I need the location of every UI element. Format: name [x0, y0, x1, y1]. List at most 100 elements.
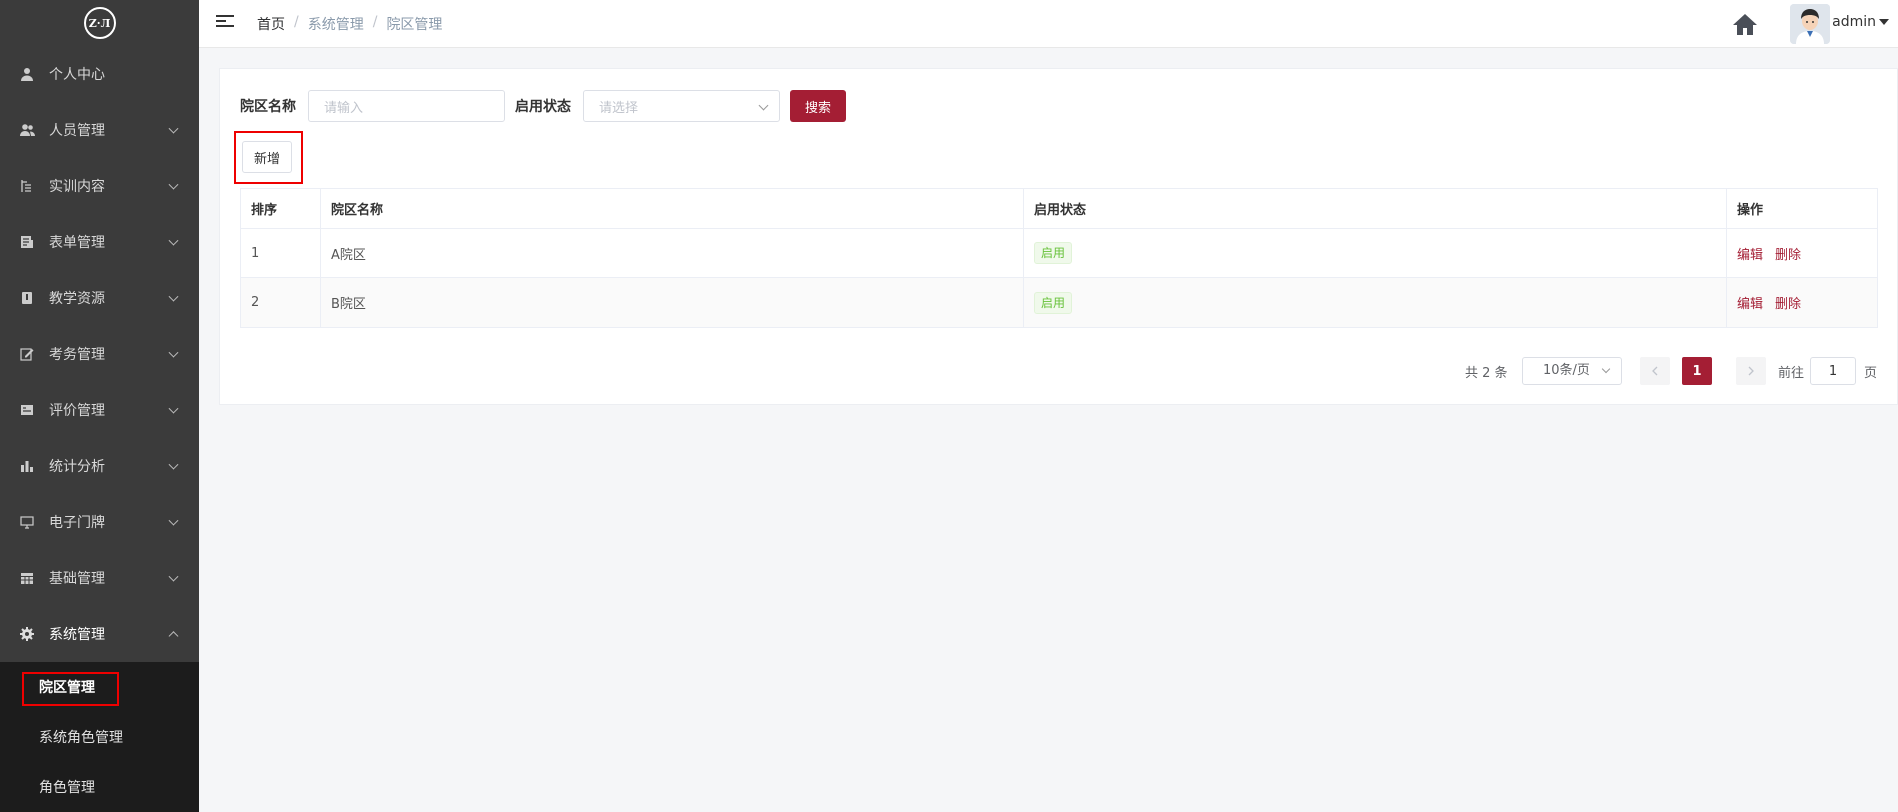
- list-icon: [19, 178, 35, 194]
- chevron-down-icon: [168, 347, 179, 358]
- sidebar-item-evaluation[interactable]: 评价管理: [0, 382, 199, 438]
- page-size-value: 10条/页: [1543, 363, 1590, 378]
- gear-icon: [19, 626, 35, 642]
- sidebar-subitem-campus-management[interactable]: 院区管理: [0, 662, 199, 712]
- goto-page-input[interactable]: 1: [1810, 357, 1856, 385]
- campus-table: 排序 院区名称 启用状态 操作 1 A院区 启用 编辑 删除 2 B院区 启用 …: [240, 188, 1878, 328]
- sidebar-item-basic-management[interactable]: 基础管理: [0, 550, 199, 606]
- sidebar-item-statistics[interactable]: 统计分析: [0, 438, 199, 494]
- highlight-box: [22, 672, 119, 706]
- chevron-down-icon: [168, 571, 179, 582]
- caret-down-icon[interactable]: [1879, 19, 1889, 25]
- page-suffix: 页: [1864, 366, 1878, 381]
- sidebar-item-label: 教学资源: [49, 291, 105, 307]
- sidebar-item-label: 评价管理: [49, 403, 105, 419]
- chevron-down-icon: [758, 100, 769, 111]
- column-header-actions: 操作: [1737, 203, 1764, 218]
- cell-status: 启用: [1024, 229, 1727, 277]
- sidebar-item-label: 统计分析: [49, 459, 105, 475]
- breadcrumb-campus-management: 院区管理: [386, 17, 443, 33]
- delete-link[interactable]: 删除: [1775, 244, 1801, 263]
- sidebar-item-form-management[interactable]: 表单管理: [0, 214, 199, 270]
- sidebar-subitem-role-management[interactable]: 角色管理: [0, 762, 199, 812]
- chevron-down-icon: [168, 459, 179, 470]
- sidebar-item-personal-center[interactable]: 个人中心: [0, 46, 199, 102]
- topbar: 首页 / 系统管理 / 院区管理 admin: [199, 0, 1898, 48]
- edit-link[interactable]: 编辑: [1737, 244, 1763, 263]
- status-badge: 启用: [1034, 242, 1073, 264]
- sidebar-item-system-management[interactable]: 系统管理: [0, 606, 199, 662]
- sidebar-item-label: 考务管理: [49, 347, 105, 363]
- campus-name-label: 院区名称: [240, 99, 296, 115]
- pagination: 共 2 条 10条/页 1 前往 1 页: [220, 357, 1897, 385]
- prev-page-button[interactable]: [1640, 357, 1670, 385]
- column-header-order: 排序: [241, 189, 321, 228]
- chevron-up-icon: [168, 631, 179, 642]
- breadcrumb-system-management: 系统管理: [307, 17, 364, 33]
- form-icon: [19, 234, 35, 250]
- sidebar-item-label: 个人中心: [49, 67, 105, 83]
- chevron-down-icon: [1601, 364, 1611, 374]
- chevron-down-icon: [168, 515, 179, 526]
- chevron-right-icon: [1748, 366, 1754, 376]
- rating-icon: [19, 402, 35, 418]
- chevron-down-icon: [168, 403, 179, 414]
- edit-icon: [19, 346, 35, 362]
- cell-actions: 编辑 删除: [1727, 278, 1877, 327]
- sidebar-item-e-doorplate[interactable]: 电子门牌: [0, 494, 199, 550]
- pagination-total: 共 2 条: [1465, 366, 1508, 381]
- sidebar-item-label: 电子门牌: [49, 515, 105, 531]
- breadcrumb-home[interactable]: 首页: [257, 14, 285, 34]
- chevron-left-icon: [1652, 366, 1658, 376]
- avatar[interactable]: [1790, 4, 1830, 44]
- sidebar-item-label: 实训内容: [49, 179, 105, 195]
- breadcrumb-separator: /: [372, 14, 378, 30]
- sidebar-item-personnel[interactable]: 人员管理: [0, 102, 199, 158]
- column-header-status: 启用状态: [1024, 189, 1727, 228]
- cell-actions: 编辑 删除: [1727, 229, 1877, 277]
- sidebar-item-label: 基础管理: [49, 571, 105, 587]
- status-placeholder: 请选择: [599, 100, 639, 116]
- user-icon: [19, 66, 35, 82]
- user-name[interactable]: admin: [1832, 14, 1876, 30]
- next-page-button[interactable]: [1736, 357, 1766, 385]
- cell-order: 1: [241, 229, 321, 277]
- table-row: 2 B院区 启用 编辑 删除: [241, 278, 1877, 327]
- sidebar-item-teaching-resources[interactable]: 教学资源: [0, 270, 199, 326]
- status-select[interactable]: 请选择: [583, 90, 780, 122]
- chevron-down-icon: [168, 123, 179, 134]
- status-label: 启用状态: [515, 99, 571, 115]
- current-page-button[interactable]: 1: [1682, 357, 1712, 385]
- sidebar-subitem-label: 系统角色管理: [39, 730, 123, 746]
- table-header: 排序 院区名称 启用状态 操作: [241, 189, 1877, 229]
- cell-order: 2: [241, 278, 321, 327]
- chevron-down-icon: [168, 235, 179, 246]
- sidebar: Z·Л 个人中心 人员管理 实训内容 表单管理 教学资源 考务管理 评价管理 统…: [0, 0, 199, 812]
- sidebar-item-label: 表单管理: [49, 235, 105, 251]
- grid-icon: [19, 570, 35, 586]
- sidebar-item-training-content[interactable]: 实训内容: [0, 158, 199, 214]
- sidebar-item-exam-affairs[interactable]: 考务管理: [0, 326, 199, 382]
- add-button[interactable]: 新增: [242, 141, 292, 173]
- cell-campus-name: A院区: [321, 229, 1024, 277]
- page-size-select[interactable]: 10条/页: [1522, 357, 1622, 385]
- bar-chart-icon: [19, 458, 35, 474]
- delete-link[interactable]: 删除: [1775, 293, 1801, 312]
- edit-link[interactable]: 编辑: [1737, 293, 1763, 312]
- search-button[interactable]: 搜索: [790, 90, 846, 122]
- sidebar-subitem-system-role-management[interactable]: 系统角色管理: [0, 712, 199, 762]
- logo: Z·Л: [83, 7, 116, 39]
- menu-toggle-icon[interactable]: [216, 15, 234, 29]
- chevron-down-icon: [168, 291, 179, 302]
- cell-campus-name: B院区: [321, 278, 1024, 327]
- book-icon: [19, 290, 35, 306]
- chevron-down-icon: [168, 179, 179, 190]
- campus-name-input[interactable]: 请输入: [308, 90, 505, 122]
- table-row: 1 A院区 启用 编辑 删除: [241, 229, 1877, 278]
- breadcrumb: 首页 / 系统管理 / 院区管理: [257, 14, 442, 34]
- breadcrumb-separator: /: [294, 14, 299, 30]
- logo-area: Z·Л: [0, 0, 199, 46]
- status-badge: 启用: [1034, 291, 1073, 314]
- monitor-icon: [19, 514, 35, 530]
- home-icon[interactable]: [1732, 12, 1758, 36]
